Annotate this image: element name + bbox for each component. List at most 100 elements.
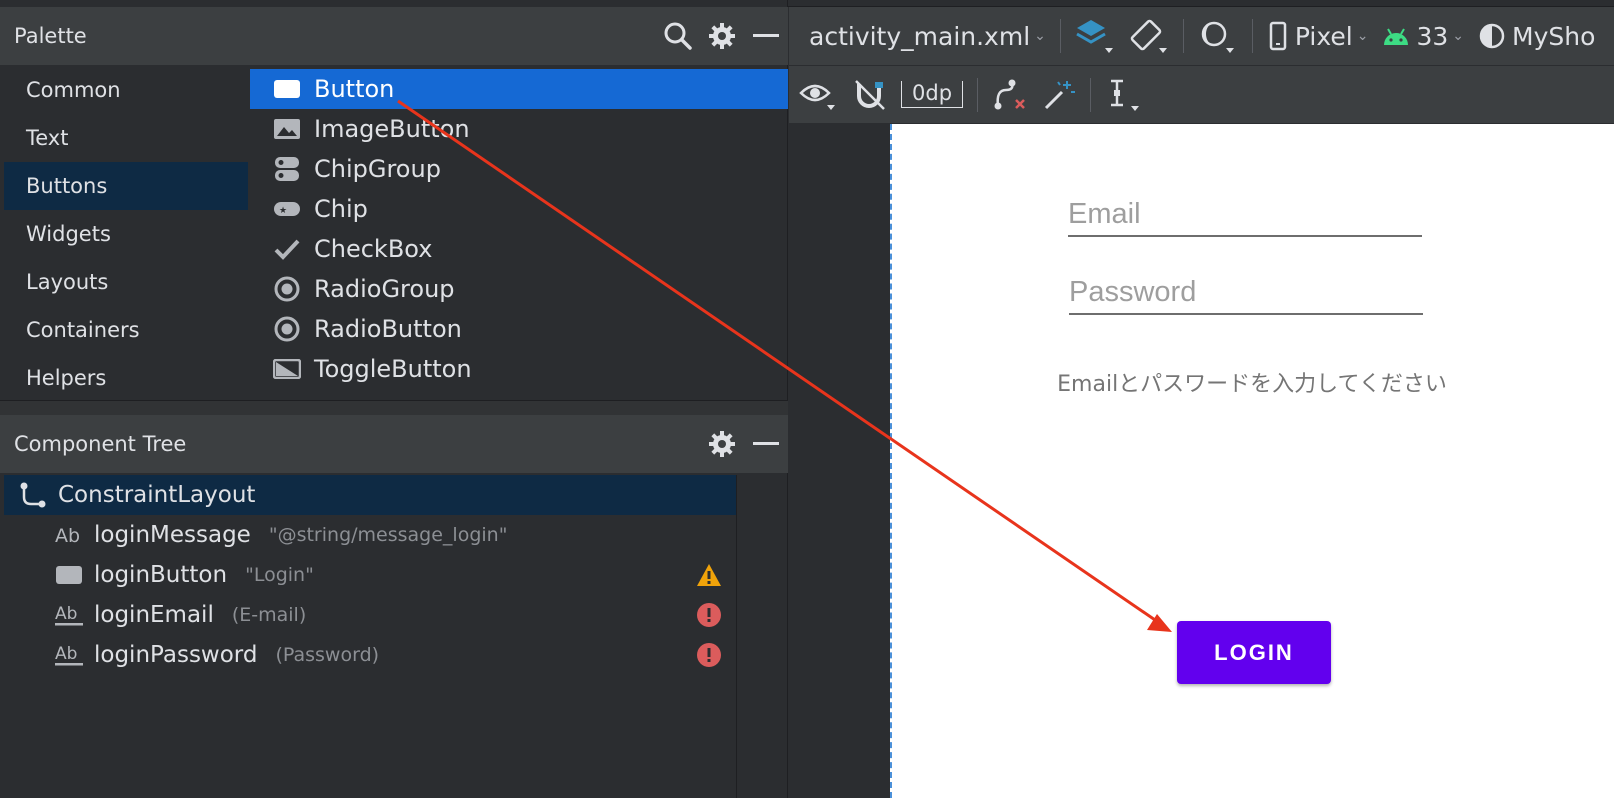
chevron-down-icon: ⌄ <box>1452 28 1464 44</box>
tree-row-detail: "@string/message_login" <box>268 524 508 546</box>
edittext-icon: Ab <box>54 601 84 629</box>
design-toolbar: 0dp <box>789 65 1614 123</box>
palette-item-chip[interactable]: ★ Chip <box>250 189 788 229</box>
magnet-off-icon[interactable] <box>853 78 887 112</box>
tree-row-detail: (E-mail) <box>231 604 307 626</box>
palette-item-label: RadioButton <box>314 315 462 343</box>
theme-selector[interactable]: MySho <box>1478 22 1595 51</box>
palette-item-label: ChipGroup <box>314 155 441 183</box>
tree-row-label: loginMessage <box>94 522 251 548</box>
button-widget-icon <box>272 75 302 103</box>
tree-header: Component Tree <box>0 415 788 473</box>
toolbar-separator <box>977 77 979 112</box>
gear-icon[interactable] <box>700 422 744 466</box>
category-layouts[interactable]: Layouts <box>4 258 248 306</box>
minimize-icon[interactable] <box>744 422 788 466</box>
warning-icon[interactable] <box>696 562 722 588</box>
toolbar-separator <box>1182 19 1184 53</box>
error-icon[interactable] <box>696 602 722 628</box>
category-helpers[interactable]: Helpers <box>4 354 248 402</box>
category-widgets[interactable]: Widgets <box>4 210 248 258</box>
svg-text:Ab: Ab <box>55 644 77 664</box>
api-level: 33 <box>1416 21 1449 51</box>
palette-item-imagebutton[interactable]: ImageButton <box>250 109 788 149</box>
edittext-icon: Ab <box>54 641 84 669</box>
palette-item-label: ToggleButton <box>314 355 472 383</box>
palette-item-checkbox[interactable]: CheckBox <box>250 229 788 269</box>
toggle-icon <box>272 355 302 383</box>
theme-name: MySho <box>1512 21 1596 51</box>
chevron-down-icon: ⌄ <box>1034 28 1046 44</box>
palette-item-label: ImageButton <box>314 115 470 143</box>
error-icon[interactable] <box>696 642 722 668</box>
magic-wand-icon[interactable] <box>1042 78 1076 112</box>
button-widget-icon <box>54 561 84 589</box>
chipgroup-icon <box>272 155 302 183</box>
login-message: Emailとパスワードを入力してください <box>1057 372 1447 397</box>
eye-icon[interactable] <box>799 77 839 113</box>
palette-items: Button ImageButton ChipGroup ★ Chip Chec… <box>250 69 788 389</box>
radio-icon <box>272 315 302 343</box>
tree-row-loginemail[interactable]: Ab loginEmail (E-mail) <box>4 595 736 635</box>
palette-title: Palette <box>14 24 87 48</box>
file-selector[interactable]: activity_main.xml ⌄ <box>809 22 1046 51</box>
device-preview[interactable]: Email Password Emailとパスワードを入力してください LOGI… <box>890 124 1614 798</box>
minimize-icon[interactable] <box>744 14 788 58</box>
tree-row-loginmessage[interactable]: Ab loginMessage "@string/message_login" <box>4 515 736 555</box>
toolbar-separator <box>1251 19 1253 53</box>
email-field[interactable]: Email <box>1068 198 1422 237</box>
clear-constraints-icon[interactable] <box>992 78 1028 112</box>
rotate-icon[interactable] <box>1129 16 1169 56</box>
tree-row-loginbutton[interactable]: loginButton "Login" <box>4 555 736 595</box>
svg-text:★: ★ <box>279 206 287 216</box>
image-icon <box>272 115 302 143</box>
chevron-down-icon: ⌄ <box>1356 28 1369 44</box>
toolbar-separator <box>1090 77 1092 112</box>
device-name: Pixel <box>1294 21 1353 51</box>
editor-toolbar: activity_main.xml ⌄ Pixel ⌄ 33 ⌄ MySho <box>789 7 1614 65</box>
palette-item-label: Button <box>314 75 395 103</box>
gear-icon[interactable] <box>700 14 744 58</box>
toolbar-separator <box>1059 19 1061 53</box>
api-selector[interactable]: 33 ⌄ <box>1382 22 1464 51</box>
tree-row-label: loginPassword <box>94 642 258 668</box>
category-containers[interactable]: Containers <box>4 306 248 354</box>
component-tree: ConstraintLayout Ab loginMessage "@strin… <box>4 475 736 675</box>
palette-item-label: RadioGroup <box>314 275 455 303</box>
file-name: activity_main.xml <box>809 21 1031 51</box>
search-icon[interactable] <box>656 14 700 58</box>
layout-editor: activity_main.xml ⌄ Pixel ⌄ 33 ⌄ MySho 0… <box>789 7 1614 798</box>
password-field[interactable]: Password <box>1069 276 1423 315</box>
textview-icon: Ab <box>54 521 84 549</box>
android-icon <box>1384 28 1409 45</box>
panel-splitter[interactable] <box>0 400 788 415</box>
tree-title: Component Tree <box>14 432 187 456</box>
category-buttons[interactable]: Buttons <box>4 162 248 210</box>
tree-row-label: ConstraintLayout <box>58 482 256 508</box>
tree-row-label: loginEmail <box>94 602 214 628</box>
default-margin[interactable]: 0dp <box>901 81 964 108</box>
category-common[interactable]: Common <box>4 66 248 114</box>
palette-item-label: Chip <box>314 195 368 223</box>
category-text[interactable]: Text <box>4 114 248 162</box>
phone-icon <box>1269 21 1287 51</box>
login-button[interactable]: LOGIN <box>1177 621 1331 684</box>
palette-item-button[interactable]: Button <box>250 69 788 109</box>
align-icon[interactable] <box>1105 77 1141 113</box>
layers-icon[interactable] <box>1075 16 1115 56</box>
left-panel: Palette Common Text Buttons Widgets Layo… <box>0 0 788 798</box>
tree-row-loginpassword[interactable]: Ab loginPassword (Password) <box>4 635 736 675</box>
palette-item-label: CheckBox <box>314 235 433 263</box>
night-mode-icon[interactable] <box>1198 16 1238 56</box>
tree-row-constraintlayout[interactable]: ConstraintLayout <box>4 475 736 515</box>
theme-icon <box>1479 23 1505 49</box>
palette-item-radiogroup[interactable]: RadioGroup <box>250 269 788 309</box>
svg-text:Ab: Ab <box>55 604 77 624</box>
device-selector[interactable]: Pixel ⌄ <box>1267 21 1369 51</box>
chip-icon: ★ <box>272 195 302 223</box>
palette-item-radiobutton[interactable]: RadioButton <box>250 309 788 349</box>
constraint-layout-icon <box>18 481 48 509</box>
palette-item-togglebutton[interactable]: ToggleButton <box>250 349 788 389</box>
palette-item-chipgroup[interactable]: ChipGroup <box>250 149 788 189</box>
palette-header: Palette <box>0 7 788 65</box>
